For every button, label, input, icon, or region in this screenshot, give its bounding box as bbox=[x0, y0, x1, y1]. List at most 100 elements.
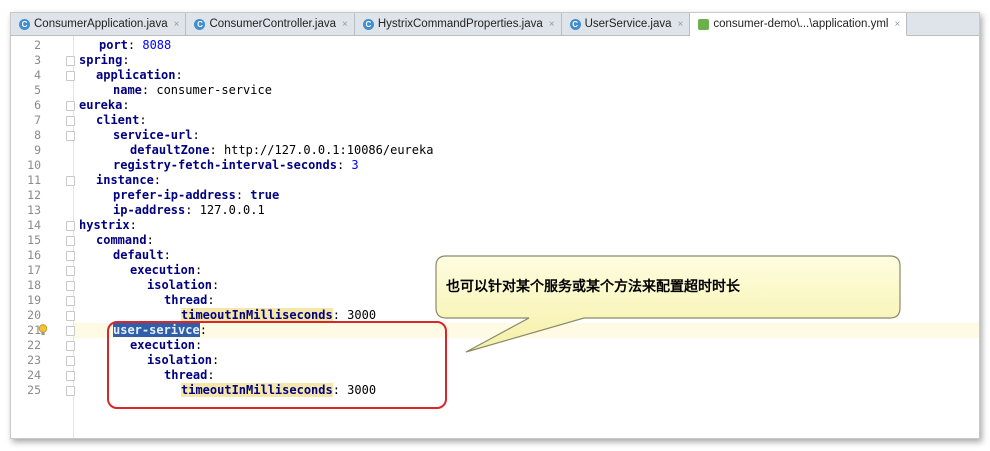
line-number: 12 bbox=[27, 188, 41, 202]
code-text: registry-fetch-interval-seconds: 3 bbox=[113, 158, 359, 172]
line-number: 6 bbox=[34, 98, 41, 112]
line-number: 9 bbox=[34, 143, 41, 157]
fold-icon[interactable] bbox=[66, 131, 75, 141]
yaml-key: service-url bbox=[113, 128, 193, 142]
yaml-value: 3 bbox=[351, 158, 359, 172]
fold-icon[interactable] bbox=[66, 281, 75, 291]
code-line[interactable]: 2 port: 8088 bbox=[34, 38, 979, 53]
code-line[interactable]: 7 client: bbox=[34, 113, 979, 128]
fold-icon[interactable] bbox=[66, 356, 75, 366]
tab-user-service[interactable]: C UserService.java × bbox=[562, 13, 691, 35]
highlight-box bbox=[107, 321, 447, 409]
line-number: 7 bbox=[34, 113, 41, 127]
tab-consumer-controller[interactable]: C ConsumerController.java × bbox=[186, 13, 355, 35]
line-number: 13 bbox=[27, 203, 41, 217]
line-number: 15 bbox=[27, 233, 41, 247]
code-line[interactable]: 10 registry-fetch-interval-seconds: 3 bbox=[27, 158, 979, 173]
code-text: ip-address: 127.0.0.1 bbox=[113, 203, 265, 217]
fold-icon[interactable] bbox=[66, 71, 75, 81]
tab-label: consumer-demo\...\application.yml bbox=[713, 18, 889, 30]
line-number: 25 bbox=[27, 383, 41, 397]
code-text: prefer-ip-address: true bbox=[113, 188, 280, 202]
yaml-value: 8088 bbox=[142, 38, 172, 52]
yaml-key: client bbox=[96, 113, 140, 127]
code-text: thread: bbox=[164, 293, 215, 307]
line-number: 23 bbox=[27, 353, 41, 367]
code-line[interactable]: 9 defaultZone: http://127.0.0.1:10086/eu… bbox=[34, 143, 979, 158]
line-number: 10 bbox=[27, 158, 41, 172]
tab-label: ConsumerController.java bbox=[209, 18, 337, 30]
fold-icon[interactable] bbox=[66, 341, 75, 351]
fold-icon[interactable] bbox=[66, 266, 75, 276]
code-text: application: bbox=[96, 68, 183, 82]
fold-icon[interactable] bbox=[66, 371, 75, 381]
code-line[interactable]: 13 ip-address: 127.0.0.1 bbox=[27, 203, 979, 218]
code-line[interactable]: 4 application: bbox=[34, 68, 979, 83]
yaml-key: timeoutInMilliseconds bbox=[181, 308, 333, 322]
code-text: spring: bbox=[79, 53, 130, 67]
lightbulb-icon[interactable] bbox=[38, 324, 48, 336]
tab-application-yml[interactable]: consumer-demo\...\application.yml × bbox=[690, 13, 908, 36]
code-text: execution: bbox=[130, 263, 203, 277]
yaml-key: eureka bbox=[79, 98, 123, 112]
line-number: 22 bbox=[27, 338, 41, 352]
yaml-key: name bbox=[113, 83, 142, 97]
line-number: 4 bbox=[34, 68, 41, 82]
editor-tab-bar: C ConsumerApplication.java × C ConsumerC… bbox=[11, 13, 979, 36]
fold-icon[interactable] bbox=[66, 386, 75, 396]
yaml-key: spring bbox=[79, 53, 123, 67]
line-number: 17 bbox=[27, 263, 41, 277]
yaml-key: ip-address bbox=[113, 203, 186, 217]
tab-hystrix-command-properties[interactable]: C HystrixCommandProperties.java × bbox=[355, 13, 562, 35]
fold-icon[interactable] bbox=[66, 116, 75, 126]
code-text: service-url: bbox=[113, 128, 200, 142]
code-line[interactable]: 15 command: bbox=[27, 233, 979, 248]
fold-icon[interactable] bbox=[66, 251, 75, 261]
code-line[interactable]: 14 hystrix: bbox=[27, 218, 979, 233]
code-line[interactable]: 8 service-url: bbox=[34, 128, 979, 143]
yaml-key: registry-fetch-interval-seconds bbox=[113, 158, 337, 172]
fold-icon[interactable] bbox=[66, 56, 75, 66]
yml-file-icon bbox=[698, 18, 710, 30]
yaml-value: http://127.0.0.1:10086/eureka bbox=[223, 143, 434, 157]
fold-icon[interactable] bbox=[66, 176, 75, 186]
code-line[interactable]: 11 instance: bbox=[27, 173, 979, 188]
yaml-value: 127.0.0.1 bbox=[199, 203, 265, 217]
tab-consumer-application[interactable]: C ConsumerApplication.java × bbox=[11, 13, 187, 35]
fold-icon[interactable] bbox=[66, 236, 75, 246]
fold-icon[interactable] bbox=[66, 221, 75, 231]
line-number: 2 bbox=[34, 38, 41, 52]
fold-icon[interactable] bbox=[66, 296, 75, 306]
yaml-key: execution bbox=[130, 263, 196, 277]
tab-label: UserService.java bbox=[584, 18, 672, 30]
close-icon[interactable]: × bbox=[174, 19, 180, 30]
yaml-value: consumer-service bbox=[156, 83, 272, 97]
yaml-key: application bbox=[96, 68, 176, 82]
line-number: 20 bbox=[27, 308, 41, 322]
yaml-key: default bbox=[113, 248, 164, 262]
callout-text: 也可以针对某个服务或某个方法来配置超时时长 bbox=[446, 279, 740, 295]
fold-icon[interactable] bbox=[66, 326, 75, 336]
yaml-key: command bbox=[96, 233, 147, 247]
java-class-icon: C bbox=[19, 18, 30, 30]
code-line[interactable]: 5 name: consumer-service bbox=[34, 83, 979, 98]
fold-icon[interactable] bbox=[66, 311, 75, 321]
line-number: 8 bbox=[34, 128, 41, 142]
code-line[interactable]: 3 spring: bbox=[34, 53, 979, 68]
code-text: hystrix: bbox=[79, 218, 137, 232]
code-text: command: bbox=[96, 233, 154, 247]
line-number: 18 bbox=[27, 278, 41, 292]
code-line[interactable]: 6 eureka: bbox=[34, 98, 979, 113]
close-icon[interactable]: × bbox=[678, 19, 684, 30]
yaml-key: instance bbox=[96, 173, 154, 187]
close-icon[interactable]: × bbox=[549, 19, 555, 30]
line-number: 16 bbox=[27, 248, 41, 262]
yaml-key: isolation bbox=[147, 278, 213, 292]
line-number: 24 bbox=[27, 368, 41, 382]
code-line[interactable]: 12 prefer-ip-address: true bbox=[27, 188, 979, 203]
yaml-key: port bbox=[99, 38, 128, 52]
fold-icon[interactable] bbox=[66, 101, 75, 111]
close-icon[interactable]: × bbox=[342, 19, 348, 30]
tab-label: HystrixCommandProperties.java bbox=[377, 18, 543, 30]
close-icon[interactable]: × bbox=[895, 19, 901, 30]
